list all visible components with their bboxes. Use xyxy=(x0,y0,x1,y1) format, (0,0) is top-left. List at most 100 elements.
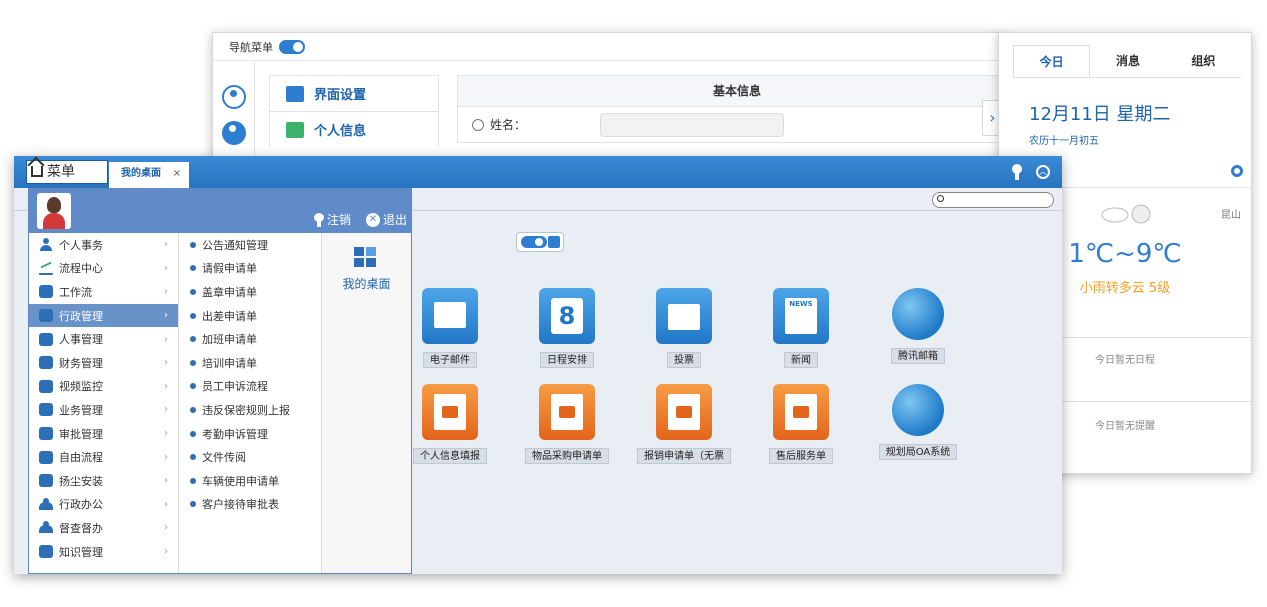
desktop-window: 菜单 我的桌面 × ︿ 电子邮件 8 日程安排 投票 NEWS 新闻 腾讯邮箱个人信息填报 物… xyxy=(14,156,1062,574)
desktop-app[interactable]: 报销申请单（无票 xyxy=(634,384,734,464)
person-outline-icon xyxy=(472,118,484,131)
menu-button-label: 菜单 xyxy=(47,164,75,180)
category-label: 财务管理 xyxy=(59,356,103,370)
submenu-label: 加班申请单 xyxy=(202,333,257,347)
submenu-label: 员工申诉流程 xyxy=(202,380,268,394)
submenu-item[interactable]: 盖章申请单 xyxy=(180,280,320,304)
submenu-item[interactable]: 请假申请单 xyxy=(180,257,320,281)
category-item[interactable]: 视频监控 › xyxy=(29,375,178,399)
category-item[interactable]: 业务管理 › xyxy=(29,398,178,422)
bullet-icon xyxy=(190,359,196,366)
exit-button[interactable]: ✕ 退出 xyxy=(365,211,407,228)
chevron-right-icon: › xyxy=(164,357,168,369)
collapse-icon[interactable]: ︿ xyxy=(1036,165,1050,179)
menu-interface-settings-label: 界面设置 xyxy=(314,88,367,103)
chevron-right-icon: › xyxy=(164,380,168,392)
desktop-app[interactable]: 物品采购申请单 xyxy=(517,384,617,464)
tab-messages[interactable]: 消息 xyxy=(1090,45,1165,77)
user-outline-icon[interactable] xyxy=(222,85,246,109)
name-label-wrap: 姓名： xyxy=(458,116,590,133)
desktop-grid-icon[interactable] xyxy=(354,247,378,269)
submenu-item[interactable]: 考勤申诉管理 xyxy=(180,422,320,446)
settings-window: 导航菜单 界面设置 个人信息 基本信息 姓名： xyxy=(212,32,1002,172)
category-item[interactable]: 行政管理 › xyxy=(29,303,178,328)
desktop-app-label: 个人信息填报 xyxy=(413,448,487,464)
close-icon[interactable]: × xyxy=(173,162,181,186)
menu-button[interactable]: 菜单 xyxy=(26,160,108,184)
gear-icon[interactable] xyxy=(1231,165,1243,177)
category-item[interactable]: 督查督办 › xyxy=(29,516,178,540)
desktop-titlebar: 菜单 我的桌面 × ︿ xyxy=(14,156,1062,188)
view-toggle[interactable] xyxy=(516,232,564,252)
category-label: 审批管理 xyxy=(59,427,103,441)
menu-personal-info-label: 个人信息 xyxy=(314,124,367,139)
chevron-right-icon: › xyxy=(164,310,168,322)
category-item[interactable]: 审批管理 › xyxy=(29,422,178,446)
calendar-glyph: 8 xyxy=(551,298,583,334)
desktop-app[interactable]: 投票 xyxy=(634,288,734,368)
flow-icon xyxy=(39,262,53,275)
form-icon xyxy=(773,384,829,440)
submenu-item[interactable]: 违反保密规则上报 xyxy=(180,398,320,422)
search-input[interactable] xyxy=(932,192,1054,208)
desktop-app[interactable]: 电子邮件 xyxy=(400,288,500,368)
bullet-icon xyxy=(190,312,196,319)
start-menu: 注销 ✕ 退出 个人事务 › 流程中心 › 工作流 › 行政管理 › 人事管理 › 财务管理 › 视频监… xyxy=(28,188,412,574)
submenu-item[interactable]: 车辆使用申请单 xyxy=(180,469,320,493)
category-item[interactable]: 个人事务 › xyxy=(29,233,178,257)
category-item[interactable]: 知识管理 › xyxy=(29,540,178,564)
tab-organization[interactable]: 组织 xyxy=(1166,45,1241,77)
bullet-icon xyxy=(190,430,196,437)
bullet-icon xyxy=(190,265,196,272)
submenu-item[interactable]: 客户接待审批表 xyxy=(180,493,320,517)
category-item[interactable]: 流程中心 › xyxy=(29,257,178,281)
desktop-app[interactable]: 腾讯邮箱 xyxy=(868,288,968,364)
avatar[interactable] xyxy=(37,193,71,229)
key-icon[interactable] xyxy=(1012,164,1022,180)
basic-info-panel: 基本信息 姓名： xyxy=(457,75,1001,143)
desktop-app[interactable]: 8 日程安排 xyxy=(517,288,617,368)
desktop-app-label: 报销申请单（无票 xyxy=(637,448,731,464)
bullet-icon xyxy=(190,454,196,461)
settings-left-rail xyxy=(213,61,255,171)
submenu-label: 考勤申诉管理 xyxy=(202,427,268,441)
logout-button[interactable]: 注销 xyxy=(313,211,351,228)
category-label: 工作流 xyxy=(59,285,92,299)
submenu-item[interactable]: 加班申请单 xyxy=(180,327,320,351)
submenu-item[interactable]: 员工申诉流程 xyxy=(180,375,320,399)
my-desktop-shortcut-label[interactable]: 我的桌面 xyxy=(322,275,411,292)
tab-today[interactable]: 今日 xyxy=(1013,45,1091,77)
nav-menu-label: 导航菜单 xyxy=(229,40,273,54)
submenu-item[interactable]: 培训申请单 xyxy=(180,351,320,375)
chevron-right-icon: › xyxy=(164,522,168,534)
desktop-app[interactable]: 个人信息填报 xyxy=(400,384,500,464)
basic-info-title: 基本信息 xyxy=(457,75,1001,107)
submenu-item[interactable]: 出差申请单 xyxy=(180,304,320,328)
category-item[interactable]: 人事管理 › xyxy=(29,327,178,351)
category-item[interactable]: 扬尘安装 › xyxy=(29,469,178,493)
grid-icon xyxy=(548,236,560,248)
desktop-app[interactable]: 规划局OA系统 xyxy=(868,384,968,460)
box-icon xyxy=(39,403,53,417)
desktop-app-label: 售后服务单 xyxy=(769,448,833,464)
desktop-app[interactable]: NEWS 新闻 xyxy=(751,288,851,368)
menu-personal-info[interactable]: 个人信息 xyxy=(269,111,439,147)
category-item[interactable]: 工作流 › xyxy=(29,280,178,304)
vote-icon xyxy=(656,288,712,344)
category-label: 行政管理 xyxy=(59,309,103,323)
name-field[interactable] xyxy=(600,112,784,137)
name-label: 姓名： xyxy=(490,118,527,132)
desktop-app[interactable]: 售后服务单 xyxy=(751,384,851,464)
calendar-icon: 8 xyxy=(539,288,595,344)
tab-my-desktop[interactable]: 我的桌面 × xyxy=(109,162,189,188)
news-glyph: NEWS xyxy=(785,298,817,334)
submenu-item[interactable]: 公告通知管理 xyxy=(180,233,320,257)
menu-interface-settings[interactable]: 界面设置 xyxy=(269,75,439,111)
category-item[interactable]: 自由流程 › xyxy=(29,445,178,469)
nav-menu-toggle[interactable] xyxy=(279,39,305,54)
category-item[interactable]: 行政办公 › xyxy=(29,493,178,517)
user-icon[interactable] xyxy=(222,121,246,145)
box-icon xyxy=(39,379,53,393)
category-item[interactable]: 财务管理 › xyxy=(29,351,178,375)
submenu-item[interactable]: 文件传阅 xyxy=(180,445,320,469)
